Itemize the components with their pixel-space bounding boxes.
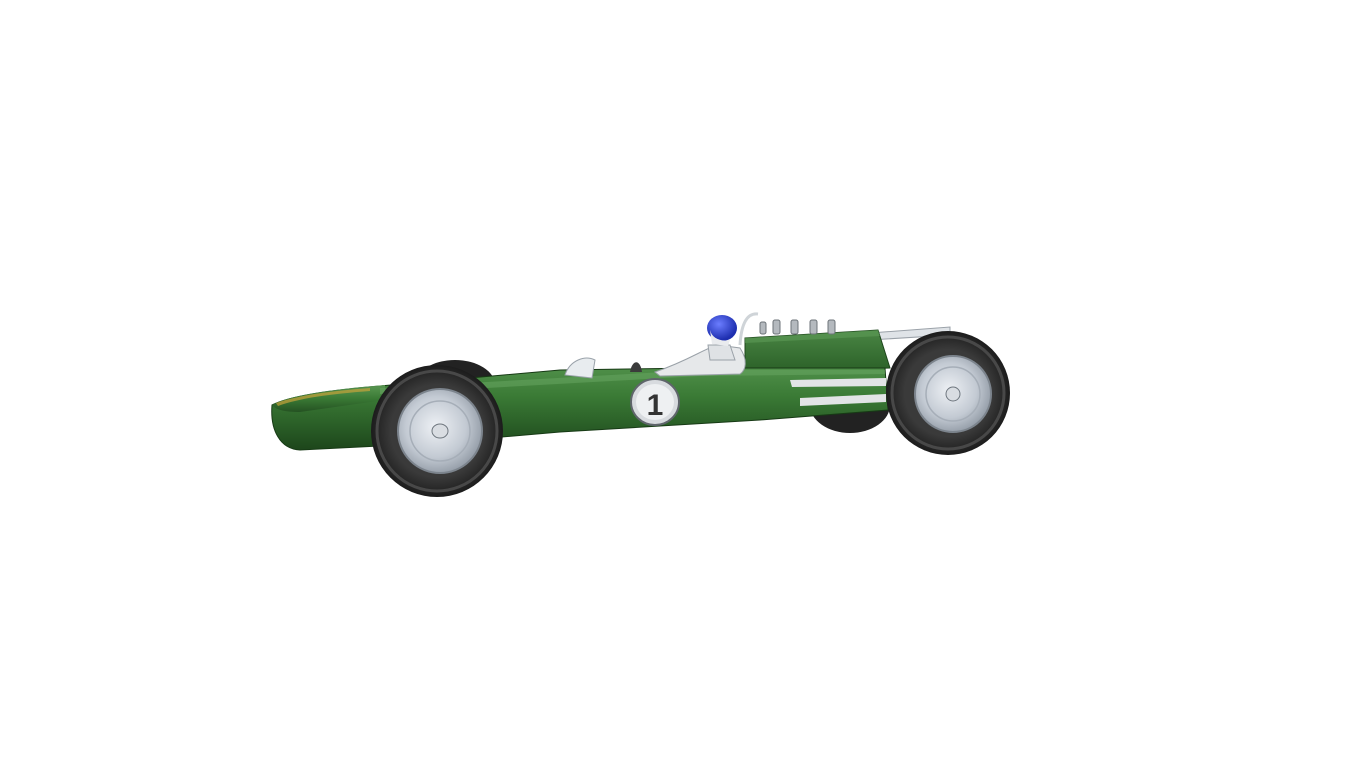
- rear-near-wheel: [886, 331, 1010, 455]
- race-number: 1: [647, 389, 664, 422]
- 3d-viewport[interactable]: 1: [0, 0, 1366, 768]
- exhaust-stacks: [759, 319, 836, 335]
- race-number-roundel: 1: [630, 378, 680, 426]
- race-car-model: 1: [271, 312, 1010, 497]
- driver: [653, 315, 746, 377]
- engine-cover: [744, 329, 891, 374]
- front-near-wheel: [371, 365, 503, 497]
